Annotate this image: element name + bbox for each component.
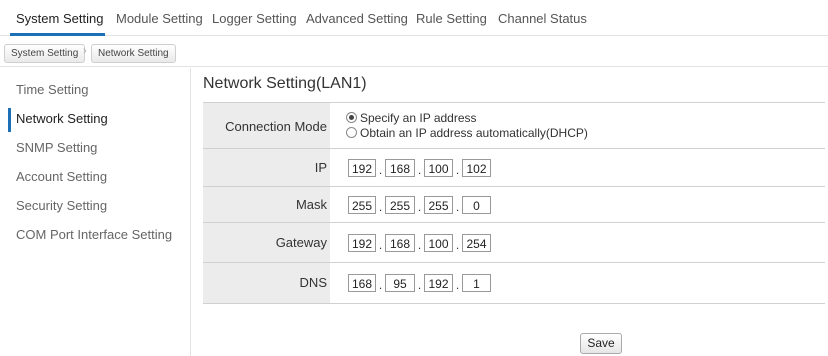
mask-octet-3[interactable]: 255: [424, 196, 453, 214]
gateway-octet-1[interactable]: 192: [348, 234, 376, 252]
octet-separator: .: [455, 238, 460, 252]
tab-logger-setting[interactable]: Logger Setting: [212, 11, 297, 26]
dns-octets: 168. 95. 192. 1: [348, 274, 491, 292]
radio-specify-ip[interactable]: Specify an IP address: [346, 111, 477, 125]
dns-octet-2[interactable]: 95: [385, 274, 415, 292]
ip-octets: 192. 168. 100. 102: [348, 159, 491, 177]
mask-label-text: Mask: [295, 197, 327, 212]
octet-separator: .: [417, 200, 422, 214]
octet-separator: .: [417, 238, 422, 252]
breadcrumb-separator-icon: ›: [83, 45, 87, 57]
dns-label: DNS: [203, 263, 330, 303]
octet-separator: .: [455, 200, 460, 214]
ip-octet-1[interactable]: 192: [348, 159, 376, 177]
top-navigation: System Setting Module Setting Logger Set…: [0, 0, 828, 36]
dns-label-text: DNS: [299, 275, 327, 290]
mask-row: Mask 255. 255. 255. 0: [203, 187, 825, 223]
sidebar-item-account-setting[interactable]: Account Setting: [16, 169, 107, 184]
gateway-octets: 192. 168. 100. 254: [348, 234, 491, 252]
sidebar-item-com-port-interface-setting[interactable]: COM Port Interface Setting: [16, 227, 172, 242]
dns-row: DNS 168. 95. 192. 1: [203, 263, 825, 304]
mask-octet-2[interactable]: 255: [385, 196, 415, 214]
sidebar-item-network-setting[interactable]: Network Setting: [16, 111, 108, 126]
ip-octet-4[interactable]: 102: [462, 159, 491, 177]
tab-rule-setting[interactable]: Rule Setting: [416, 11, 487, 26]
dns-octet-3[interactable]: 192: [424, 274, 453, 292]
connection-mode-label: Connection Mode: [203, 103, 330, 148]
octet-separator: .: [455, 278, 460, 292]
breadcrumb-network-setting[interactable]: Network Setting: [91, 44, 176, 63]
mask-label: Mask: [203, 187, 330, 222]
breadcrumb-system-setting[interactable]: System Setting: [4, 44, 86, 63]
network-settings-form: Connection Mode Specify an IP address Ob…: [203, 102, 825, 304]
tab-advanced-setting[interactable]: Advanced Setting: [306, 11, 408, 26]
mask-octet-4[interactable]: 0: [462, 196, 491, 214]
sidebar-item-security-setting[interactable]: Security Setting: [16, 198, 107, 213]
octet-separator: .: [417, 163, 422, 177]
tab-system-setting[interactable]: System Setting: [16, 11, 103, 26]
tab-channel-status[interactable]: Channel Status: [498, 11, 587, 26]
sidebar-item-time-setting[interactable]: Time Setting: [16, 82, 89, 97]
radio-dhcp-label: Obtain an IP address automatically(DHCP): [360, 126, 588, 140]
radio-checked-icon[interactable]: [346, 112, 357, 123]
radio-unchecked-icon[interactable]: [346, 127, 357, 138]
octet-separator: .: [455, 163, 460, 177]
octet-separator: .: [378, 200, 383, 214]
radio-specify-ip-label: Specify an IP address: [360, 111, 477, 125]
active-tab-indicator: [10, 33, 105, 36]
ip-label: IP: [203, 149, 330, 186]
ip-label-text: IP: [314, 160, 327, 175]
ip-octet-3[interactable]: 100: [424, 159, 453, 177]
gateway-octet-3[interactable]: 100: [424, 234, 453, 252]
dns-octet-1[interactable]: 168: [348, 274, 376, 292]
mask-octets: 255. 255. 255. 0: [348, 196, 491, 214]
page-title: Network Setting(LAN1): [203, 75, 367, 92]
connection-mode-label-text: Connection Mode: [225, 119, 327, 134]
mask-octet-1[interactable]: 255: [348, 196, 376, 214]
gateway-label-text: Gateway: [275, 235, 327, 250]
connection-mode-row: Connection Mode Specify an IP address Ob…: [203, 103, 825, 149]
gateway-label: Gateway: [203, 223, 330, 262]
gateway-row: Gateway 192. 168. 100. 254: [203, 223, 825, 263]
octet-separator: .: [378, 163, 383, 177]
sidebar-active-indicator: [8, 108, 11, 132]
gateway-octet-2[interactable]: 168: [385, 234, 415, 252]
octet-separator: .: [378, 238, 383, 252]
breadcrumb: System Setting › Network Setting: [0, 39, 828, 67]
sidebar-item-snmp-setting[interactable]: SNMP Setting: [16, 140, 97, 155]
dns-octet-4[interactable]: 1: [462, 274, 491, 292]
save-button[interactable]: Save: [580, 333, 622, 354]
tab-module-setting[interactable]: Module Setting: [116, 11, 203, 26]
ip-row: IP 192. 168. 100. 102: [203, 149, 825, 187]
octet-separator: .: [378, 278, 383, 292]
ip-octet-2[interactable]: 168: [385, 159, 415, 177]
octet-separator: .: [417, 278, 422, 292]
gateway-octet-4[interactable]: 254: [462, 234, 491, 252]
sidebar: Time Setting Network Setting SNMP Settin…: [0, 68, 191, 356]
radio-dhcp[interactable]: Obtain an IP address automatically(DHCP): [346, 126, 588, 140]
